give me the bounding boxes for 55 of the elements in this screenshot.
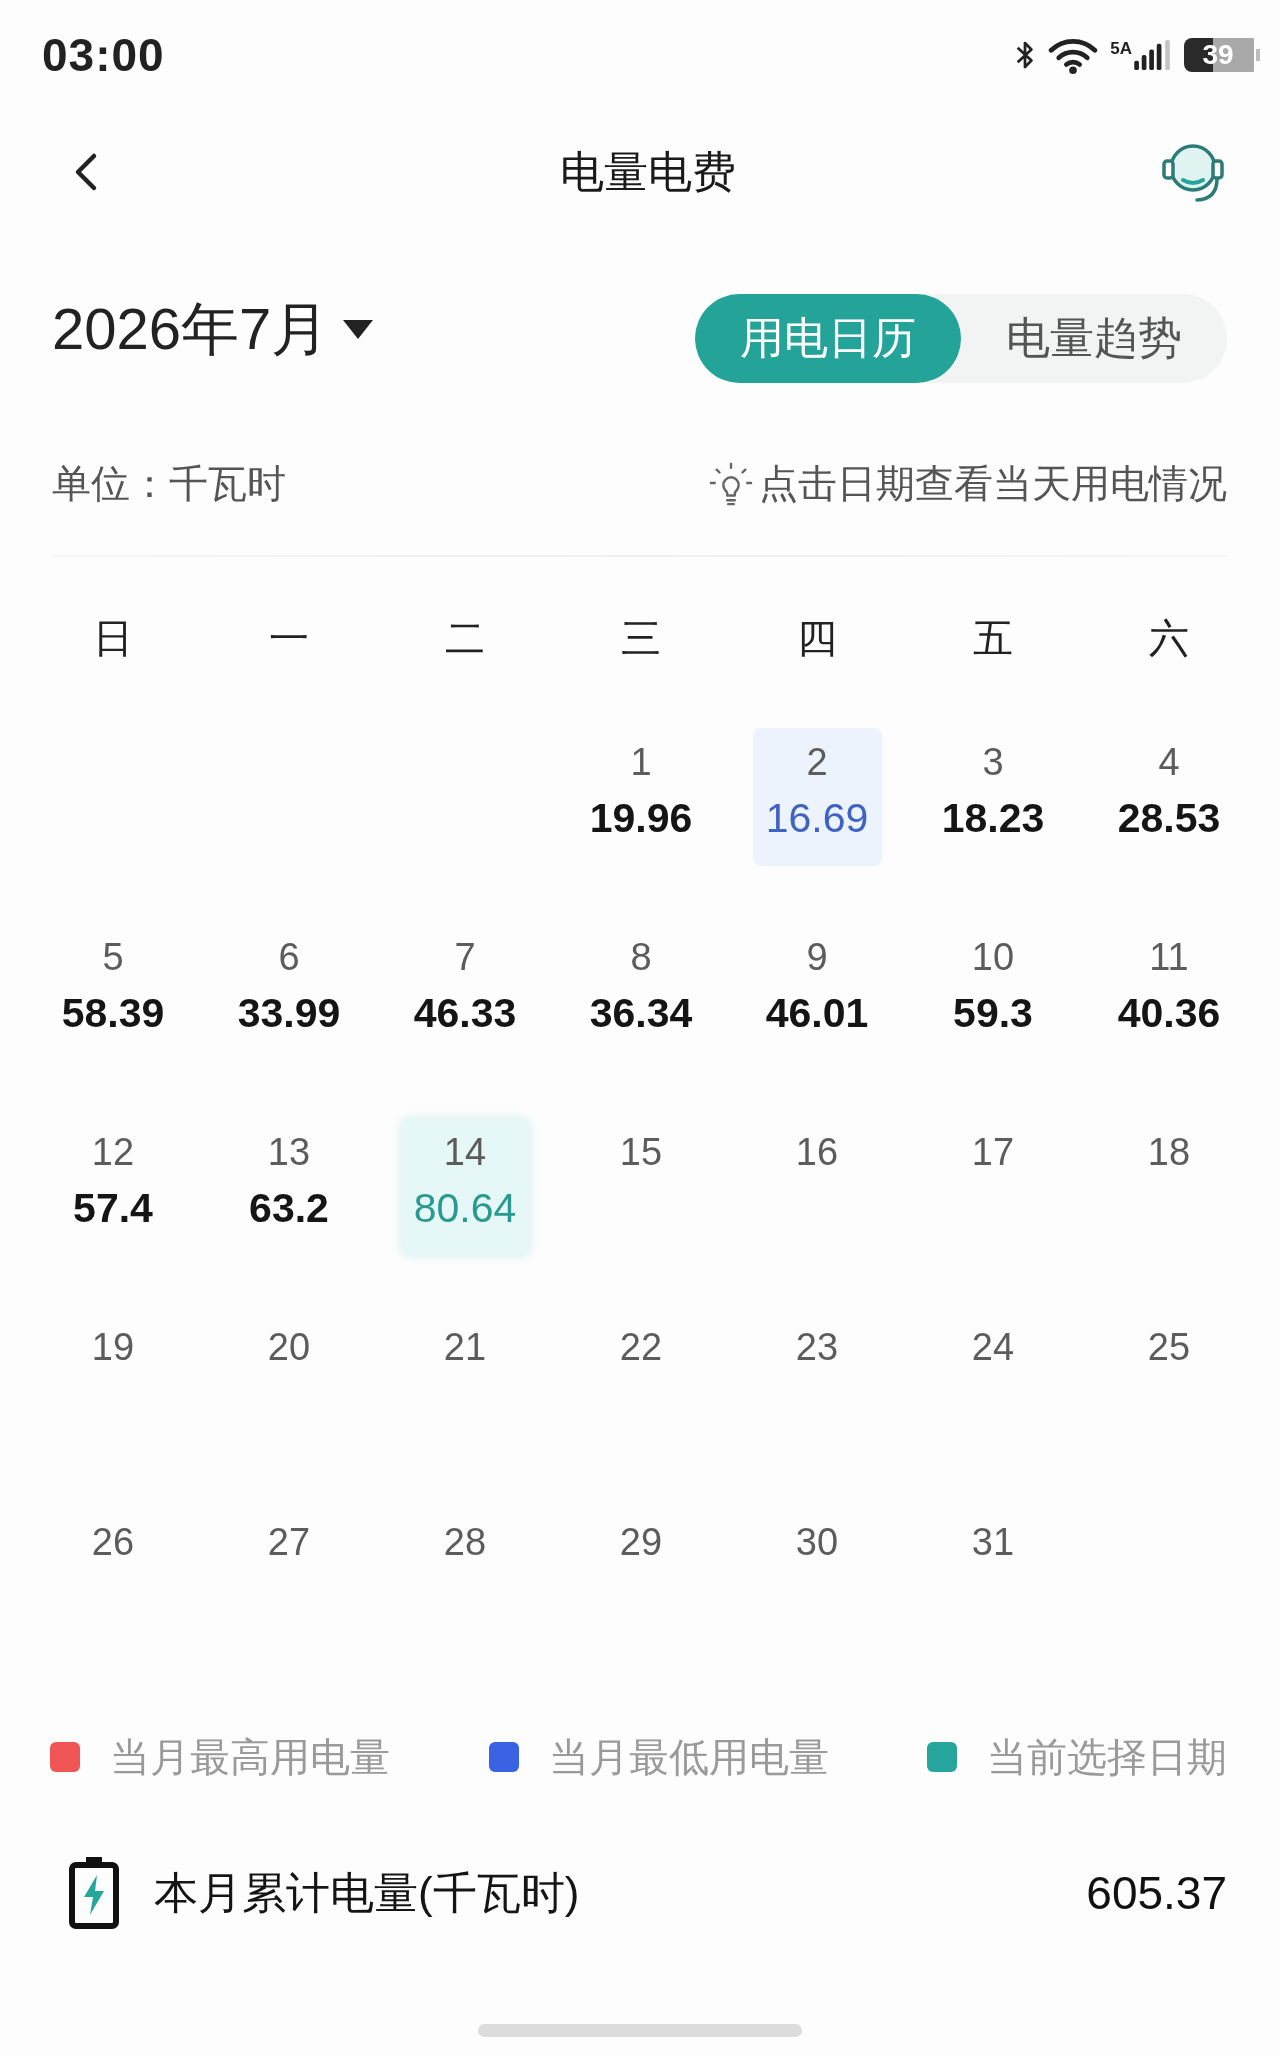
total-label: 本月累计电量(千瓦时) (154, 1866, 580, 1919)
battery-charging-icon (68, 1857, 120, 1929)
calendar-day[interactable]: 20 (224, 1313, 354, 1451)
network-type-label: 5A (1110, 40, 1132, 58)
hint-text: 点击日期查看当天用电情况 (759, 461, 1227, 507)
calendar-day[interactable]: 30 (752, 1508, 882, 1646)
calendar-day[interactable]: 13 63.2 (224, 1118, 354, 1256)
calendar-day[interactable]: 6 33.99 (224, 923, 354, 1061)
calendar-day[interactable]: 31 (928, 1508, 1058, 1646)
calendar-day[interactable]: 26 (48, 1508, 178, 1646)
signal-icon (1134, 40, 1172, 70)
calendar-day[interactable]: 9 46.01 (752, 923, 882, 1061)
caret-icon (343, 319, 374, 340)
calendar-day[interactable]: 2 16.69 (752, 728, 882, 866)
calendar-day[interactable]: 23 (752, 1313, 882, 1451)
calendar-day[interactable]: 4 28.53 (1104, 728, 1234, 866)
calendar-day[interactable]: 27 (224, 1508, 354, 1646)
total-value: 605.37 (1086, 1866, 1227, 1920)
legend-label: 当月最低用电量 (548, 1733, 829, 1781)
month-picker[interactable]: 2026年7月 (52, 290, 374, 369)
calendar-day[interactable]: 5 58.39 (48, 923, 178, 1061)
calendar-day[interactable]: 17 (928, 1118, 1058, 1256)
calendar-day[interactable]: 22 (576, 1313, 706, 1451)
status-time: 03:00 (42, 28, 165, 82)
calendar-day[interactable]: 10 59.3 (928, 923, 1058, 1061)
weekday-label: 二 (445, 615, 485, 662)
legend-label: 当月最高用电量 (110, 1733, 390, 1781)
weekday-label: 三 (621, 615, 661, 662)
calendar-day[interactable]: 16 (752, 1118, 882, 1256)
calendar-day[interactable]: 15 (576, 1118, 706, 1256)
view-tab[interactable]: 电量趋势 (961, 294, 1227, 383)
calendar-day[interactable]: 18 (1104, 1118, 1234, 1256)
wifi-icon (1048, 36, 1099, 74)
calendar-day[interactable]: 1 19.96 (576, 728, 706, 866)
calendar-day[interactable]: 11 40.36 (1104, 923, 1234, 1061)
weekday-label: 四 (797, 615, 837, 662)
calendar-day[interactable]: 7 46.33 (400, 923, 530, 1061)
weekday-label: 一 (269, 615, 309, 662)
calendar-day[interactable]: 25 (1104, 1313, 1234, 1451)
page-title: 电量电费 (559, 145, 736, 198)
calendar-day[interactable]: 3 18.23 (928, 728, 1058, 866)
legend-label: 当前选择日期 (987, 1733, 1227, 1781)
weekday-label: 五 (973, 615, 1013, 662)
weekday-label: 六 (1149, 615, 1189, 662)
calendar-day[interactable]: 12 57.4 (48, 1118, 178, 1256)
calendar-day[interactable]: 14 80.64 (400, 1118, 530, 1256)
calendar-day[interactable]: 24 (928, 1313, 1058, 1451)
lightbulb-icon (709, 462, 753, 506)
calendar-day[interactable]: 19 (48, 1313, 178, 1451)
calendar-day[interactable]: 21 (400, 1313, 530, 1451)
calendar-day[interactable]: 8 36.34 (576, 923, 706, 1061)
unit-label: 单位：千瓦时 (52, 461, 286, 507)
calendar-day[interactable]: 28 (400, 1508, 530, 1646)
weekday-label: 日 (93, 615, 133, 662)
calendar-day[interactable]: 29 (576, 1508, 706, 1646)
